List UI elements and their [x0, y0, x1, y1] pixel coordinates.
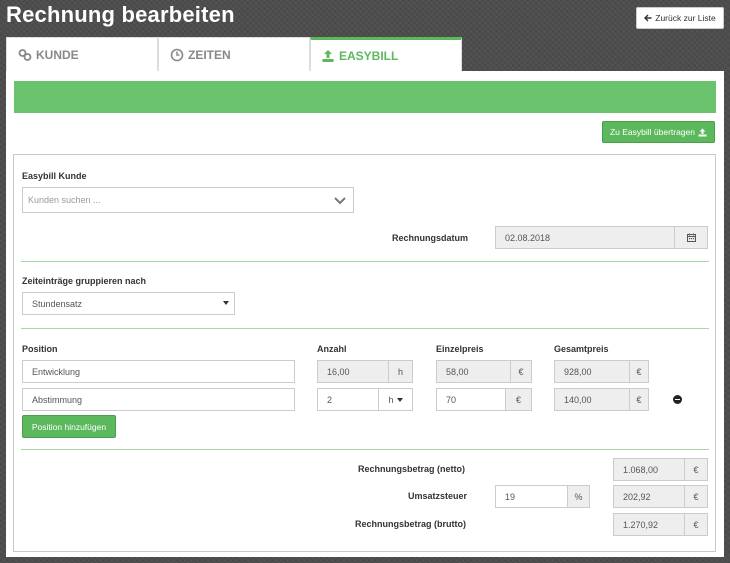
- percent-addon: %: [567, 485, 590, 508]
- total-column-header: Gesamtpreis: [554, 344, 609, 354]
- invoice-form-panel: Easybill Kunde Kunden suchen ... Rechnun…: [13, 154, 716, 552]
- caret-down-icon: [396, 397, 403, 402]
- unit-addon: h: [388, 360, 413, 383]
- gross-amount-label: Rechnungsbetrag (brutto): [355, 519, 466, 529]
- grouping-select-value: Stundensatz: [32, 298, 83, 309]
- page-title: Rechnung bearbeiten: [6, 2, 235, 27]
- calendar-icon: [686, 233, 696, 242]
- tab-kunde[interactable]: KUNDE: [6, 37, 158, 71]
- tab-kunde-label: KUNDE: [36, 47, 79, 62]
- gross-amount-value: 1.270,92: [613, 513, 685, 536]
- currency-addon: €: [510, 360, 532, 383]
- quantity-input[interactable]: 2: [317, 388, 379, 411]
- grouping-label: Zeiteinträge gruppieren nach: [22, 276, 147, 286]
- caret-down-icon: [223, 301, 229, 305]
- status-banner: [14, 81, 716, 113]
- invoice-date-label: Rechnungsdatum: [392, 233, 469, 243]
- unit-dropdown-label: h: [388, 394, 394, 405]
- back-to-list-button[interactable]: Zurück zur Liste: [636, 7, 724, 29]
- quantity-input[interactable]: 16,00: [317, 360, 389, 383]
- tab-zeiten[interactable]: ZEITEN: [158, 37, 310, 71]
- upload-icon: [698, 128, 707, 136]
- tab-bar: KUNDE ZEITEN EASYBILL: [6, 37, 462, 71]
- customer-search-select[interactable]: Kunden suchen ...: [22, 187, 354, 213]
- position-column-header: Position: [22, 344, 58, 354]
- vat-label: Umsatzsteuer: [408, 491, 468, 501]
- unit-dropdown-button[interactable]: h: [378, 388, 413, 411]
- tab-easybill-label: EASYBILL: [339, 48, 399, 63]
- customer-search-placeholder: Kunden suchen ...: [28, 195, 101, 205]
- add-position-button[interactable]: Position hinzufügen: [22, 415, 116, 438]
- tab-zeiten-label: ZEITEN: [188, 47, 231, 62]
- upload-icon: [321, 49, 335, 63]
- position-name-input[interactable]: Entwicklung: [22, 360, 295, 383]
- arrow-left-icon: [644, 14, 652, 22]
- vat-amount-value: 202,92: [613, 485, 685, 508]
- divider: [21, 449, 709, 450]
- calendar-button[interactable]: [674, 226, 708, 249]
- quantity-column-header: Anzahl: [317, 344, 347, 354]
- chevron-down-icon: [334, 197, 346, 205]
- tab-content: Zu Easybill übertragen Easybill Kunde Ku…: [6, 71, 724, 557]
- total-input: 928,00: [554, 360, 630, 383]
- transfer-to-easybill-button[interactable]: Zu Easybill übertragen: [602, 121, 715, 143]
- grouping-select[interactable]: Stundensatz: [22, 292, 235, 315]
- currency-addon: €: [629, 360, 649, 383]
- currency-addon: €: [684, 485, 708, 508]
- customer-label: Easybill Kunde: [22, 171, 87, 181]
- net-amount-label: Rechnungsbetrag (netto): [358, 464, 465, 474]
- currency-addon: €: [629, 388, 649, 411]
- invoice-date-input[interactable]: 02.08.2018: [495, 226, 675, 249]
- unit-price-input[interactable]: 58,00: [436, 360, 511, 383]
- link-icon: [18, 48, 32, 62]
- clock-icon: [170, 48, 184, 62]
- unit-price-input[interactable]: 70: [436, 388, 506, 411]
- currency-addon: €: [684, 513, 708, 536]
- back-button-label: Zurück zur Liste: [655, 13, 716, 23]
- vat-rate-input[interactable]: 19: [495, 485, 568, 508]
- divider: [21, 328, 709, 329]
- currency-addon: €: [505, 388, 532, 411]
- net-amount-value: 1.068,00: [613, 458, 685, 481]
- currency-addon: €: [684, 458, 708, 481]
- unit-price-column-header: Einzelpreis: [436, 344, 484, 354]
- remove-position-icon[interactable]: [673, 395, 682, 404]
- position-name-input[interactable]: Abstimmung: [22, 388, 295, 411]
- tab-easybill[interactable]: EASYBILL: [310, 37, 462, 71]
- divider: [21, 261, 709, 262]
- add-position-label: Position hinzufügen: [31, 421, 107, 432]
- transfer-button-label: Zu Easybill übertragen: [609, 127, 696, 137]
- total-input: 140,00: [554, 388, 630, 411]
